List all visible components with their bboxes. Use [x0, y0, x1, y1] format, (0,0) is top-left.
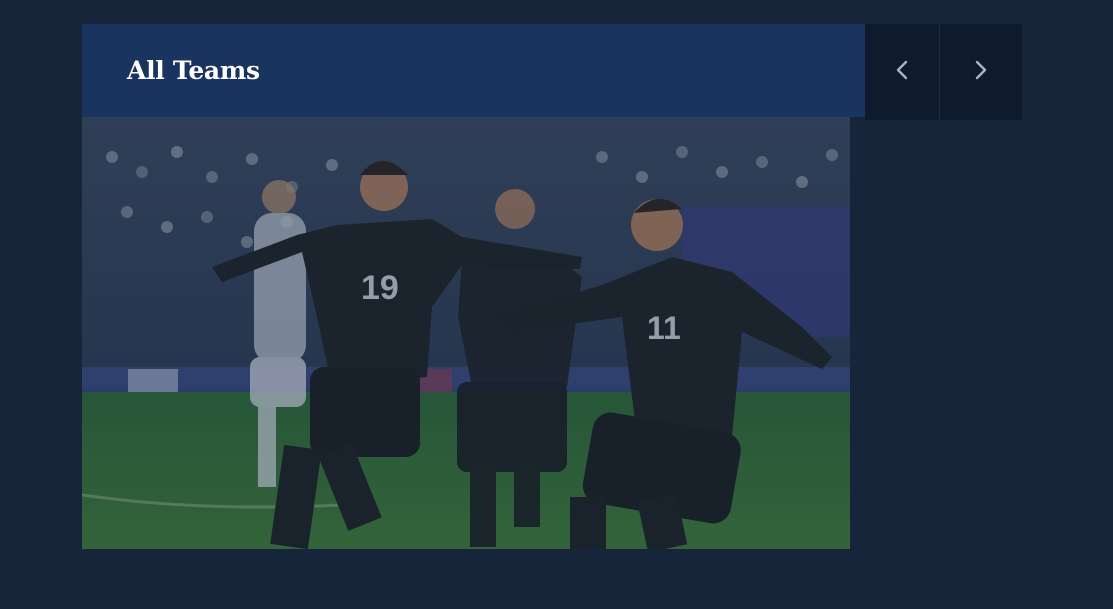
previous-button[interactable] — [865, 24, 940, 120]
header-bar: All Teams — [82, 24, 865, 117]
carousel-nav — [865, 24, 1022, 120]
page: All Teams 19 11 — [0, 0, 1113, 609]
chevron-right-icon — [974, 59, 988, 85]
photo-dim-overlay — [82, 117, 850, 549]
next-button[interactable] — [940, 24, 1022, 120]
chevron-left-icon — [895, 59, 909, 85]
featured-photo: 19 11 — [82, 117, 850, 549]
page-title: All Teams — [127, 56, 260, 85]
